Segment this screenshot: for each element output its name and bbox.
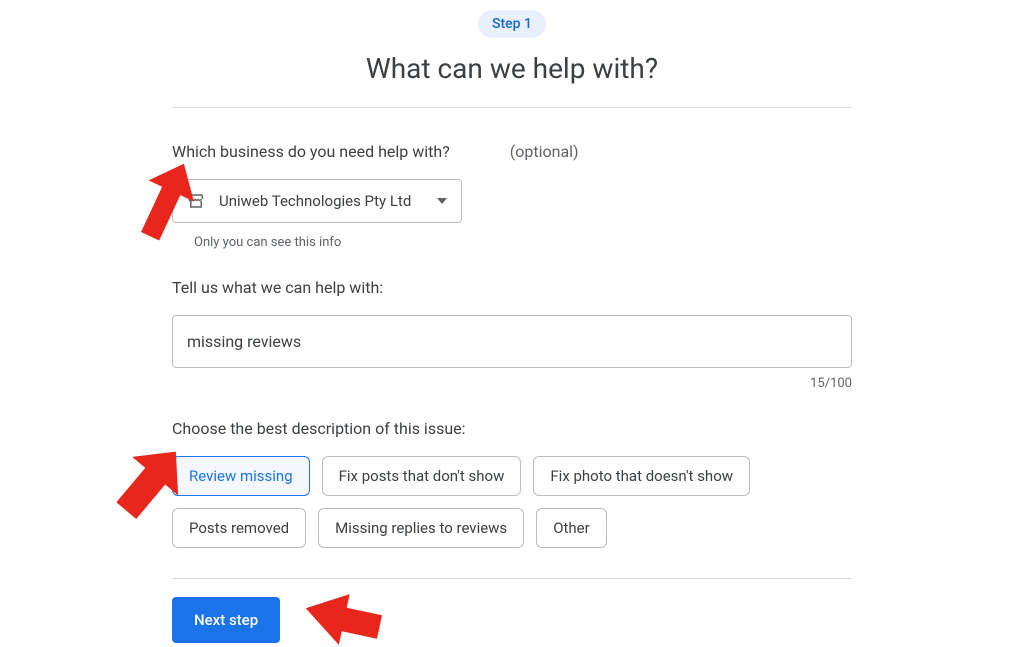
- issue-chip-3[interactable]: Posts removed: [172, 508, 306, 548]
- choose-label: Choose the best description of this issu…: [172, 419, 852, 438]
- issue-chip-0[interactable]: Review missing: [172, 456, 310, 496]
- issue-label: Tell us what we can help with:: [172, 278, 852, 297]
- next-step-button[interactable]: Next step: [172, 597, 280, 643]
- business-dropdown[interactable]: Uniweb Technologies Pty Ltd: [172, 179, 462, 223]
- issue-input[interactable]: [172, 315, 852, 368]
- caret-down-icon: [437, 198, 447, 204]
- divider: [172, 578, 852, 579]
- optional-label: (optional): [510, 142, 579, 161]
- issue-chip-2[interactable]: Fix photo that doesn't show: [533, 456, 750, 496]
- store-icon: [187, 192, 205, 210]
- divider: [172, 107, 852, 108]
- business-label: Which business do you need help with?: [172, 142, 450, 161]
- page-title: What can we help with?: [172, 52, 852, 85]
- business-helper-text: Only you can see this info: [194, 235, 852, 250]
- business-selected-value: Uniweb Technologies Pty Ltd: [219, 192, 423, 210]
- issue-chip-1[interactable]: Fix posts that don't show: [322, 456, 522, 496]
- annotation-arrow: [292, 590, 382, 647]
- issue-chip-4[interactable]: Missing replies to reviews: [318, 508, 524, 548]
- step-badge: Step 1: [478, 10, 546, 38]
- issue-chips: Review missing Fix posts that don't show F…: [172, 456, 852, 548]
- char-counter: 15/100: [172, 376, 852, 391]
- issue-chip-5[interactable]: Other: [536, 508, 607, 548]
